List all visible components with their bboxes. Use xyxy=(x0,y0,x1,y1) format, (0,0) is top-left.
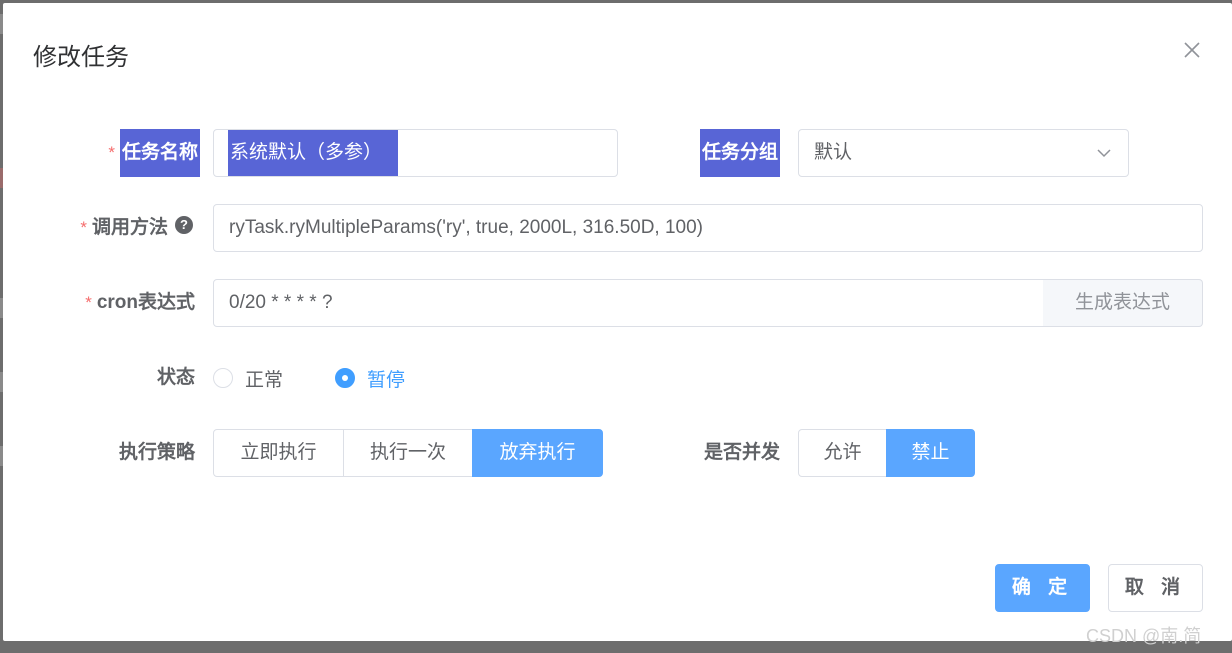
misfire-once-button[interactable]: 执行一次 xyxy=(343,429,473,477)
status-radio-normal[interactable]: 正常 xyxy=(213,354,283,402)
radio-icon xyxy=(213,368,233,388)
required-mark: * xyxy=(85,293,92,312)
job-group-label: 任务分组 xyxy=(623,129,780,177)
status-radio-paused[interactable]: 暂停 xyxy=(335,354,405,402)
edit-task-dialog: 修改任务 * 任务名称 系统默认（多参） 任务分组 默认 * 调用方法 ? ryTa… xyxy=(3,3,1232,641)
job-group-select[interactable]: 默认 xyxy=(798,129,1129,177)
question-circle-icon[interactable]: ? xyxy=(175,216,193,234)
radio-checked-icon xyxy=(335,368,355,388)
chevron-down-icon xyxy=(1097,149,1111,158)
concurrent-forbid-button[interactable]: 禁止 xyxy=(886,429,975,477)
job-name-label: * 任务名称 xyxy=(63,129,200,177)
concurrent-allow-button[interactable]: 允许 xyxy=(798,429,887,477)
misfire-abandon-button[interactable]: 放弃执行 xyxy=(472,429,603,477)
required-mark: * xyxy=(108,143,115,162)
cancel-button[interactable]: 取 消 xyxy=(1108,564,1203,612)
misfire-immediate-button[interactable]: 立即执行 xyxy=(213,429,344,477)
misfire-policy-group: 立即执行 执行一次 放弃执行 xyxy=(213,429,603,477)
confirm-button[interactable]: 确 定 xyxy=(995,564,1090,612)
concurrent-group: 允许 禁止 xyxy=(798,429,975,477)
invoke-target-input[interactable]: ryTask.ryMultipleParams('ry', true, 2000… xyxy=(213,204,1203,252)
concurrent-label: 是否并发 xyxy=(703,442,780,463)
cron-label: * cron表达式 xyxy=(85,292,195,313)
misfire-policy-label: 执行策略 xyxy=(118,442,195,463)
dialog-title: 修改任务 xyxy=(33,44,129,71)
status-label: 状态 xyxy=(156,367,195,388)
required-mark: * xyxy=(80,218,87,237)
generate-cron-button[interactable]: 生成表达式 xyxy=(1043,279,1203,327)
cron-input[interactable]: 0/20 * * * * ? xyxy=(213,279,1044,327)
invoke-target-label: * 调用方法 xyxy=(80,217,168,238)
watermark: CSDN @南.简 xyxy=(1086,626,1202,646)
job-name-input[interactable]: 系统默认（多参） xyxy=(213,129,618,177)
close-icon[interactable] xyxy=(1181,39,1203,61)
